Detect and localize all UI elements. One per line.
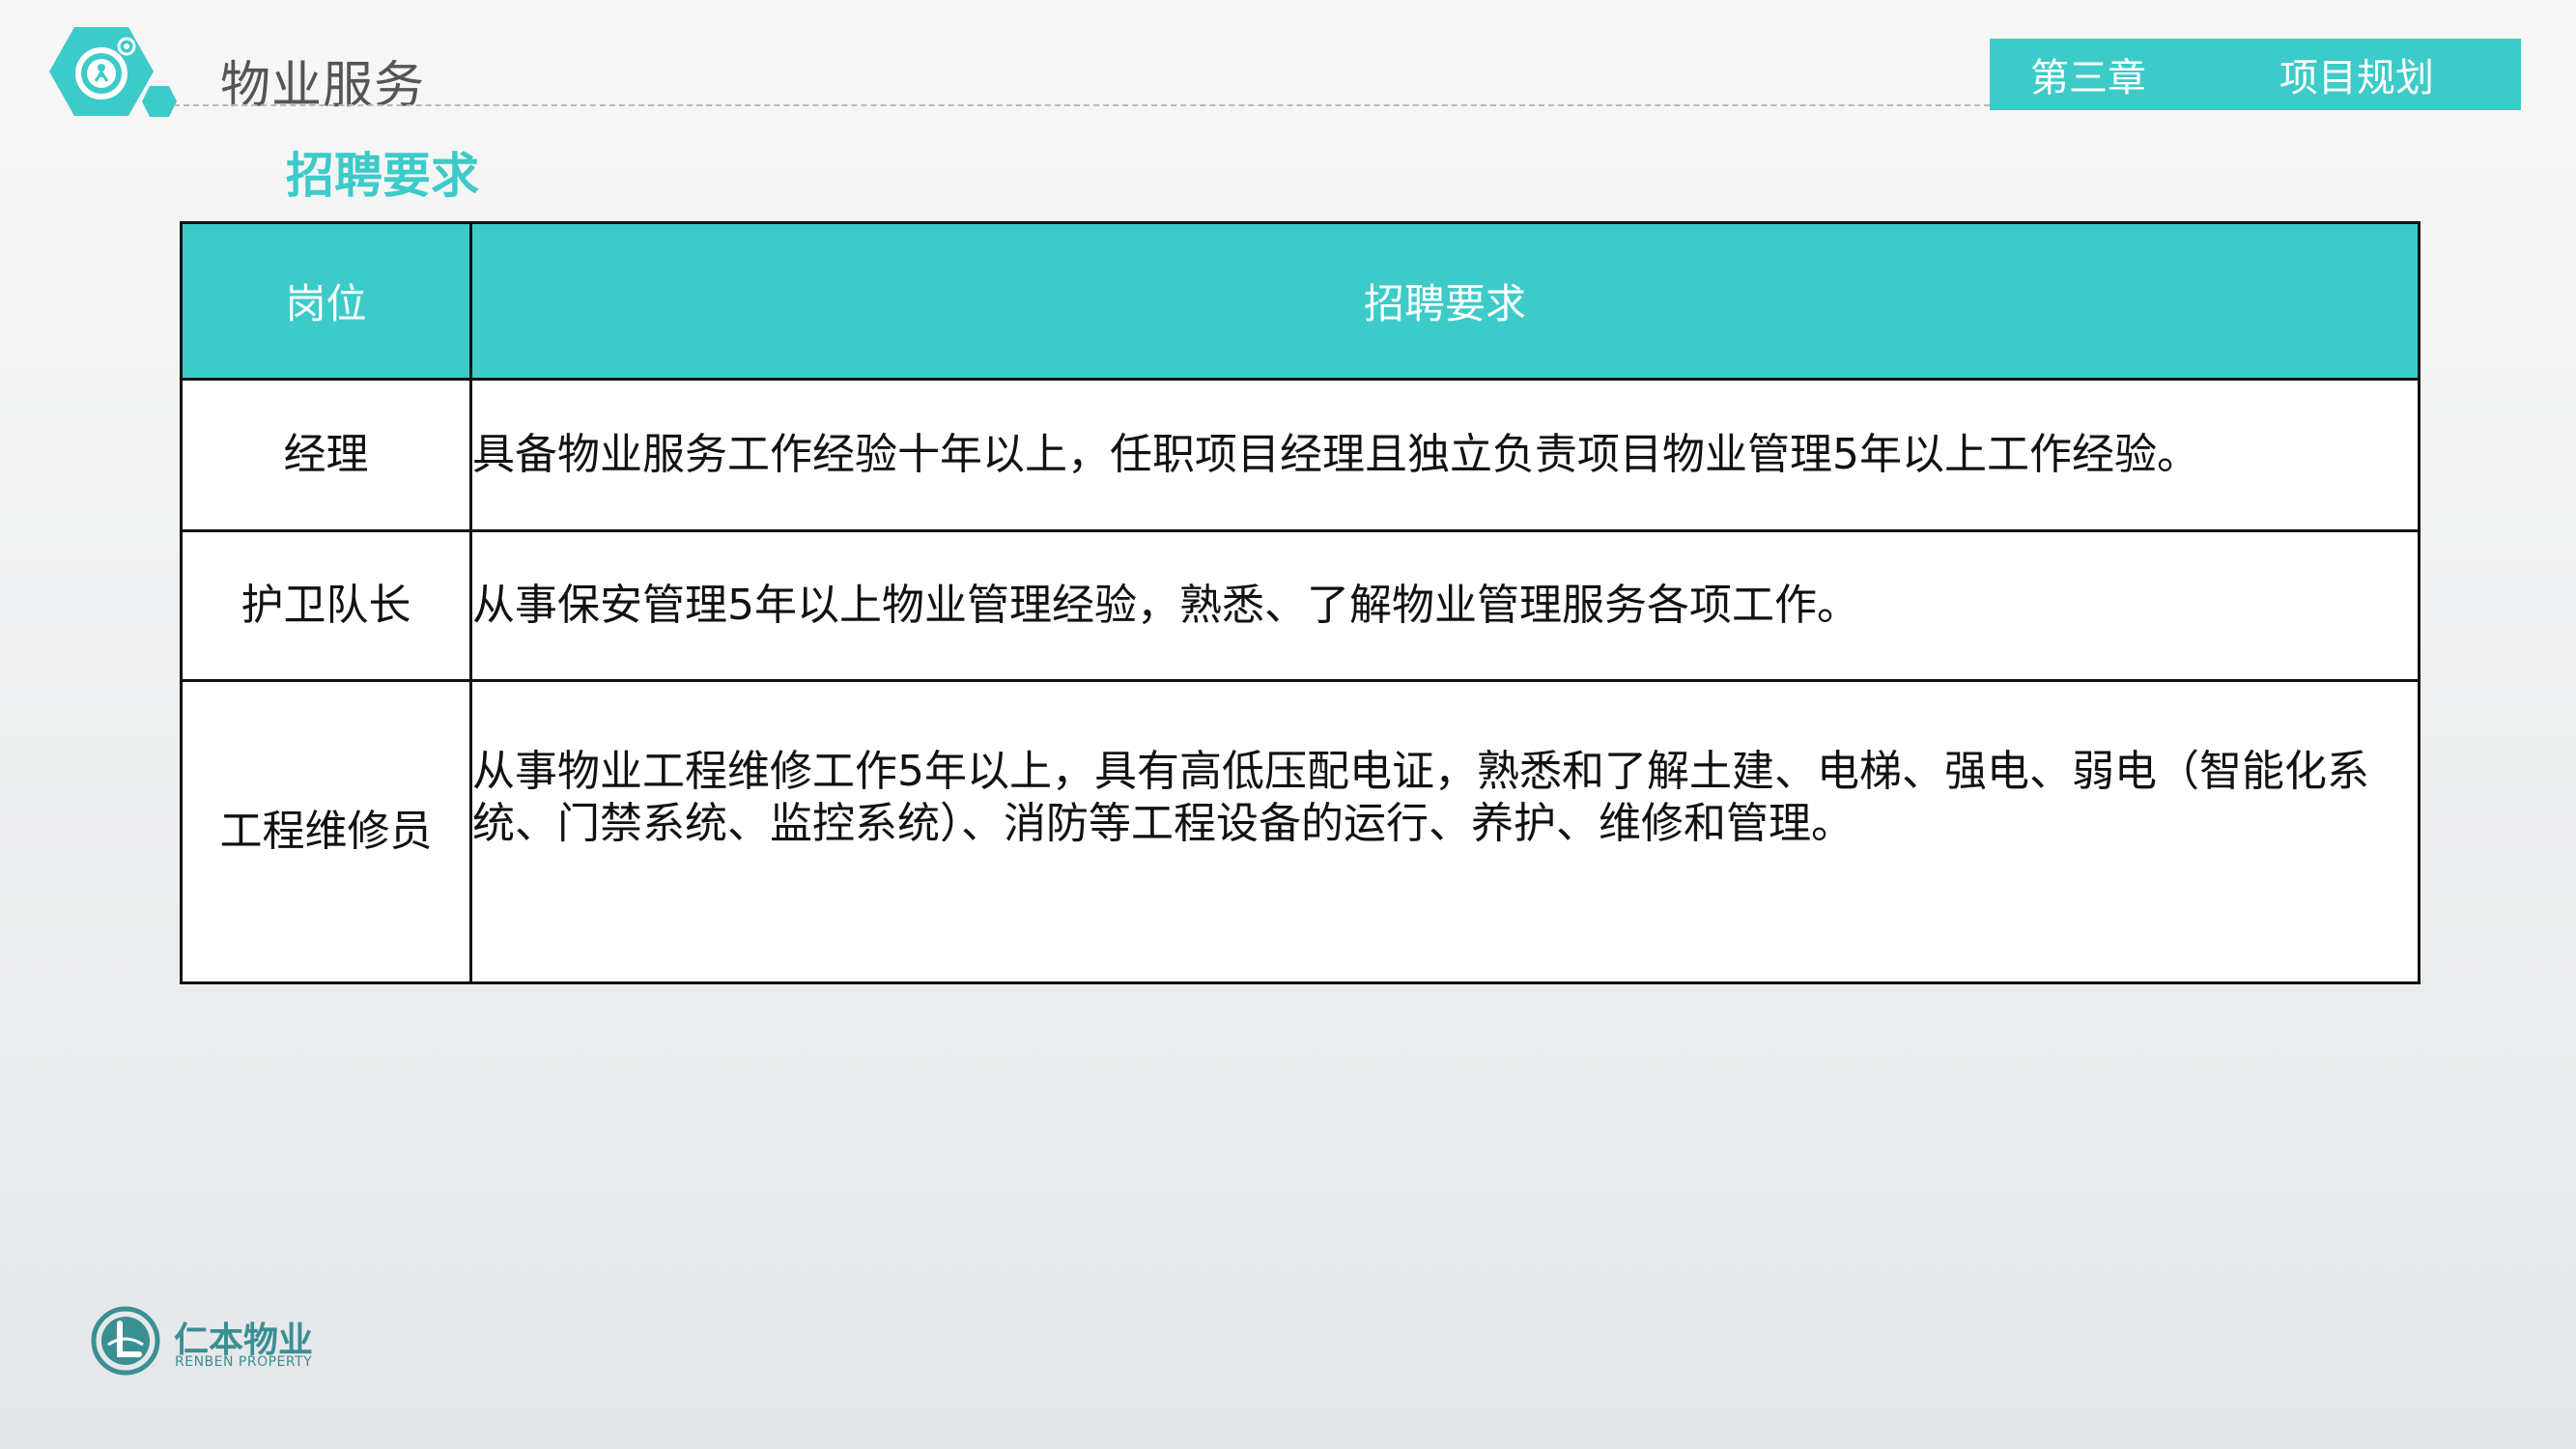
renben-circle-logo-icon	[91, 1306, 160, 1376]
section-title: 招聘要求	[286, 148, 479, 204]
table-row: 经理 具备物业服务工作经验十年以上，任职项目经理且独立负责项目物业管理5年以上工…	[180, 378, 2420, 532]
table-row: 护卫队长 从事保安管理5年以上物业管理经验，熟悉、了解物业管理服务各项工作。	[180, 529, 2420, 682]
gear-worker-hexagon-icon	[49, 27, 154, 116]
position-cell: 工程维修员	[180, 679, 472, 984]
chapter-tab: 第三章 项目规划	[1990, 39, 2521, 110]
small-hexagon-icon	[142, 86, 177, 117]
chapter-label: 第三章	[2030, 56, 2146, 100]
table-header-row: 岗位 招聘要求	[180, 221, 2420, 381]
requirement-cell: 从事物业工程维修工作5年以上，具有高低压配电证，熟悉和了解土建、电梯、强电、弱电…	[469, 679, 2420, 984]
topic-label: 项目规划	[2279, 56, 2434, 100]
position-cell: 经理	[180, 378, 472, 532]
column-header-position: 岗位	[180, 221, 472, 381]
requirement-cell: 从事保安管理5年以上物业管理经验，熟悉、了解物业管理服务各项工作。	[469, 529, 2420, 682]
company-subtitle: RENBEN PROPERTY	[175, 1354, 313, 1370]
requirement-cell: 具备物业服务工作经验十年以上，任职项目经理且独立负责项目物业管理5年以上工作经验…	[469, 378, 2420, 532]
position-cell: 护卫队长	[180, 529, 472, 682]
column-header-requirement: 招聘要求	[469, 221, 2420, 381]
table-row: 工程维修员 从事物业工程维修工作5年以上，具有高低压配电证，熟悉和了解土建、电梯…	[180, 679, 2420, 984]
requirements-table: 岗位 招聘要求 经理 具备物业服务工作经验十年以上，任职项目经理且独立负责项目物…	[180, 221, 2420, 984]
header-divider	[174, 104, 1990, 106]
